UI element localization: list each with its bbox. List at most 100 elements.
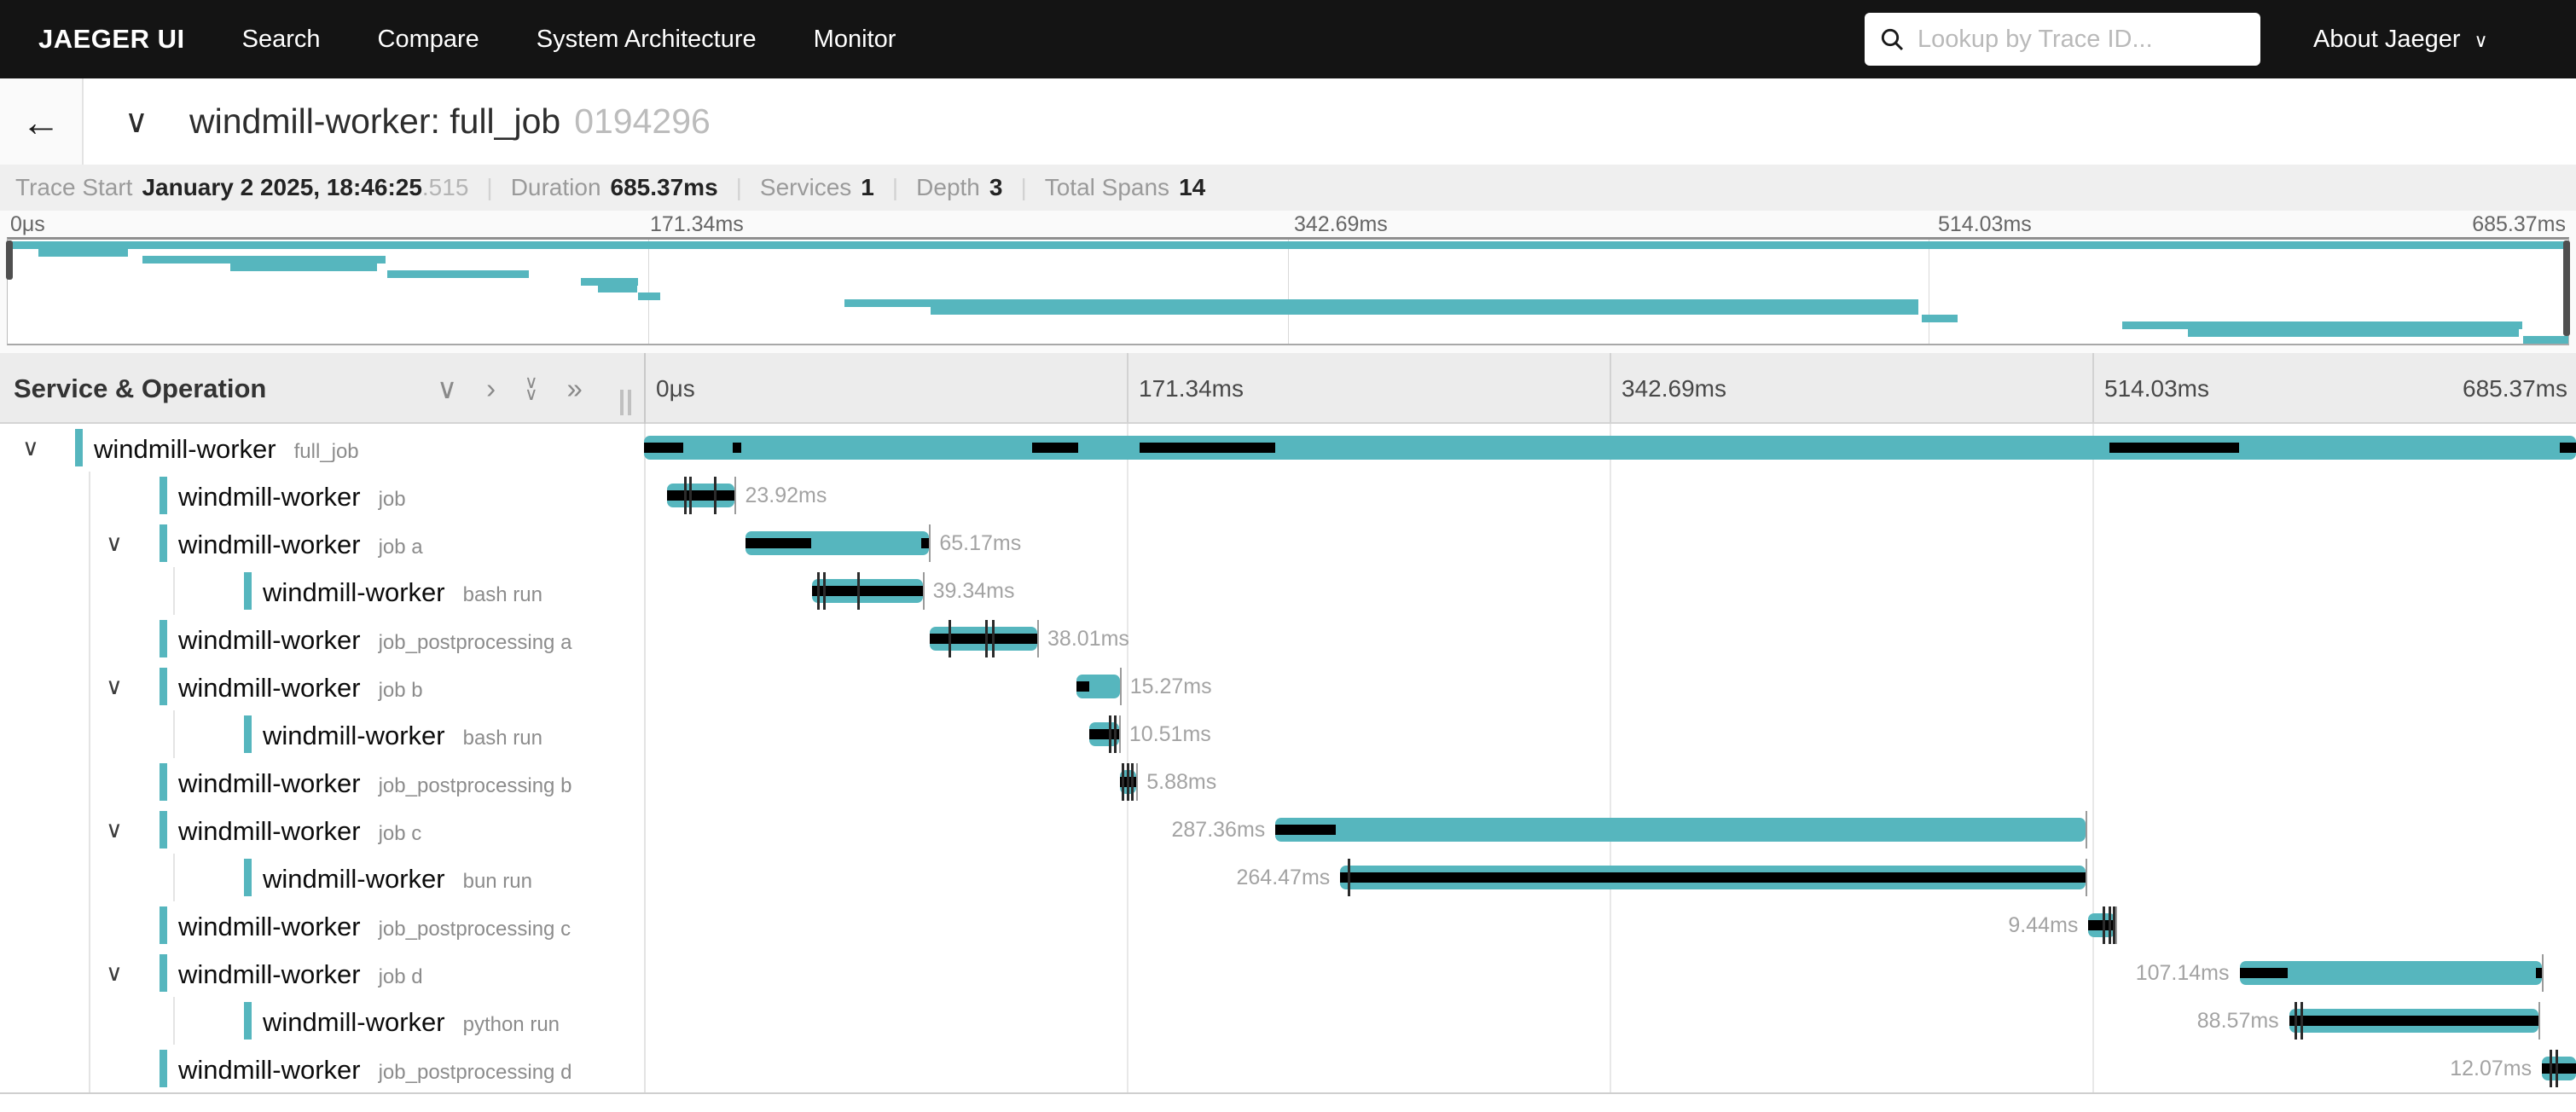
span-name-column[interactable]: windmill-worker job b	[178, 663, 423, 710]
collapse-all-icon[interactable]: ∨∨	[525, 377, 537, 399]
expand-one-icon[interactable]: ›	[486, 374, 496, 403]
span-row[interactable]: ∨ windmill-worker job c 287.36ms	[0, 806, 2576, 854]
span-end-tick	[2086, 859, 2087, 896]
nav-item-compare[interactable]: Compare	[378, 26, 479, 54]
span-name-column[interactable]: windmill-worker bun run	[263, 854, 532, 901]
span-bar[interactable]	[2542, 1057, 2576, 1080]
span-track: 10.51ms	[644, 710, 2576, 758]
column-divider[interactable]	[644, 353, 646, 424]
service-color-bar	[244, 1002, 252, 1040]
span-name-column[interactable]: windmill-worker job	[178, 472, 406, 519]
trace-lookup-box[interactable]	[1865, 13, 2260, 66]
timeline-tick-label: 0μs	[656, 353, 695, 424]
total-spans-label: Total Spans	[1045, 174, 1169, 201]
span-bar[interactable]	[2088, 913, 2115, 937]
span-end-tick	[1037, 620, 1039, 657]
trace-page-header: ← ∨ windmill-worker: full_job 0194296 ? …	[0, 78, 2576, 165]
divider: |	[486, 174, 492, 201]
span-bar[interactable]	[644, 436, 2576, 460]
span-end-tick	[1136, 763, 1138, 801]
row-collapse-icon[interactable]: ∨	[106, 663, 123, 710]
span-name-column[interactable]: windmill-worker full_job	[94, 424, 359, 472]
log-tick	[2550, 1050, 2552, 1087]
span-name-column[interactable]: windmill-worker job_postprocessing c	[178, 901, 571, 949]
span-bar[interactable]	[667, 484, 734, 507]
span-row[interactable]: ∨ windmill-worker job a 65.17ms	[0, 519, 2576, 567]
trace-title-collapse-icon[interactable]: ∨	[125, 78, 148, 165]
row-collapse-icon[interactable]: ∨	[22, 424, 39, 472]
span-bar[interactable]	[2240, 961, 2542, 985]
column-resize-grip[interactable]	[620, 390, 631, 415]
span-row[interactable]: windmill-worker job_postprocessing a 38.…	[0, 615, 2576, 663]
span-row[interactable]: windmill-worker job_postprocessing b 5.8…	[0, 758, 2576, 806]
span-name-column[interactable]: windmill-worker job a	[178, 519, 423, 567]
minimap-span-bar	[598, 285, 637, 292]
span-bar[interactable]	[930, 627, 1037, 651]
nav-item-monitor[interactable]: Monitor	[814, 26, 896, 54]
operation-name: job_postprocessing c	[379, 918, 571, 941]
span-name-column[interactable]: windmill-worker job_postprocessing a	[178, 615, 571, 663]
trace-minimap: 0μs 171.34ms 342.69ms 514.03ms 685.37ms	[0, 211, 2576, 353]
span-row[interactable]: windmill-worker bash run 10.51ms	[0, 710, 2576, 758]
span-name-column[interactable]: windmill-worker bash run	[263, 710, 542, 758]
trace-start-fraction: .515	[422, 174, 469, 200]
span-bar[interactable]	[746, 531, 929, 555]
back-arrow-icon: ←	[21, 99, 61, 145]
span-bar[interactable]	[1340, 866, 2086, 889]
jaeger-logo[interactable]: JAEGER UI	[38, 24, 185, 55]
span-row[interactable]: windmill-worker job 23.92ms	[0, 472, 2576, 519]
row-collapse-icon[interactable]: ∨	[106, 806, 123, 854]
expand-collapse-controls: ∨ › ∨∨ »	[437, 353, 583, 424]
critical-path-segment	[2536, 968, 2541, 978]
row-collapse-icon[interactable]: ∨	[106, 519, 123, 567]
span-name-column[interactable]: windmill-worker bash run	[263, 567, 542, 615]
span-row[interactable]: ∨ windmill-worker job b 15.27ms	[0, 663, 2576, 710]
nav-item-system-architecture[interactable]: System Architecture	[537, 26, 757, 54]
span-bar[interactable]	[812, 579, 923, 603]
span-row[interactable]: ∨ windmill-worker job d 107.14ms	[0, 949, 2576, 997]
span-bar[interactable]	[1076, 675, 1119, 698]
span-row[interactable]: ∨ windmill-worker full_job	[0, 424, 2576, 472]
services-label: Services	[760, 174, 851, 201]
minimap-canvas[interactable]	[7, 237, 2569, 345]
span-row[interactable]: windmill-worker python run 88.57ms	[0, 997, 2576, 1045]
row-collapse-icon[interactable]: ∨	[106, 949, 123, 997]
critical-path-segment	[2289, 1016, 2539, 1026]
trace-lookup-input[interactable]	[1916, 25, 2247, 55]
log-tick	[823, 572, 826, 610]
nav-item-search[interactable]: Search	[242, 26, 321, 54]
span-row[interactable]: windmill-worker bash run 39.34ms	[0, 567, 2576, 615]
minimap-span-bar	[1922, 315, 1957, 322]
span-bar[interactable]	[1275, 818, 2086, 842]
service-color-bar	[160, 906, 167, 944]
service-name: windmill-worker	[178, 816, 361, 847]
span-row[interactable]: windmill-worker bun run 264.47ms	[0, 854, 2576, 901]
minimap-span-bar	[2188, 329, 2519, 337]
span-name-column[interactable]: windmill-worker job d	[178, 949, 423, 997]
critical-path-segment	[644, 443, 683, 453]
about-jaeger-menu[interactable]: About Jaeger ∨	[2313, 0, 2488, 78]
span-name-column[interactable]: windmill-worker job_postprocessing b	[178, 758, 571, 806]
service-name: windmill-worker	[178, 482, 361, 513]
span-name-column[interactable]: windmill-worker python run	[263, 997, 560, 1045]
operation-name: job d	[379, 965, 423, 989]
span-bar[interactable]	[2289, 1009, 2539, 1033]
critical-path-segment	[2560, 443, 2576, 453]
back-button[interactable]: ←	[0, 78, 84, 165]
expand-all-icon[interactable]: »	[567, 374, 583, 403]
collapse-one-icon[interactable]: ∨	[437, 374, 457, 403]
span-name-column[interactable]: windmill-worker job_postprocessing d	[178, 1045, 571, 1092]
log-tick	[1114, 715, 1117, 753]
critical-path-segment	[2088, 920, 2115, 930]
span-row[interactable]: windmill-worker job_postprocessing d 12.…	[0, 1045, 2576, 1092]
span-row[interactable]: windmill-worker job_postprocessing c 9.4…	[0, 901, 2576, 949]
span-name-column[interactable]: windmill-worker job c	[178, 806, 421, 854]
span-end-tick	[1119, 715, 1121, 753]
minimap-left-scrubber[interactable]	[6, 240, 13, 280]
critical-path-segment	[746, 538, 811, 548]
span-track: 12.07ms	[644, 1045, 2576, 1092]
minimap-span-bar	[38, 249, 128, 257]
minimap-right-scrubber[interactable]	[2563, 240, 2570, 336]
top-nav-bar: JAEGER UI Search Compare System Architec…	[0, 0, 2576, 78]
total-spans-value: 14	[1179, 174, 1205, 201]
